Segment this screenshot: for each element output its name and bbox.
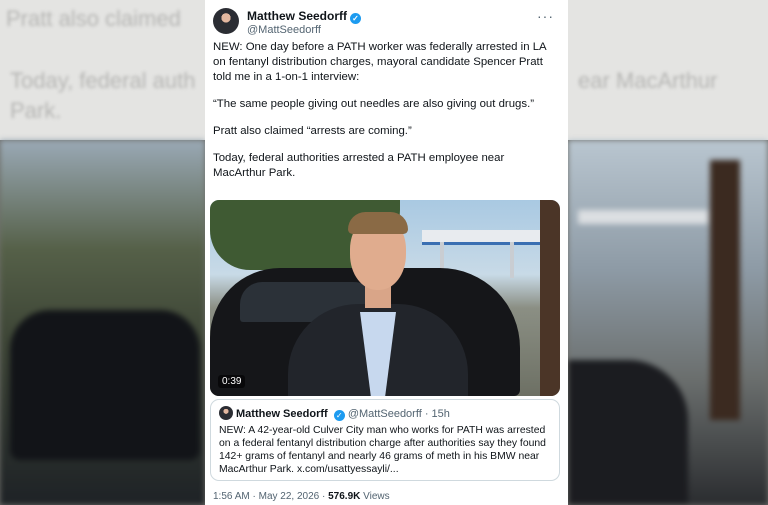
blurred-text: Park. [10, 98, 62, 123]
author-name[interactable]: Matthew Seedorff [247, 9, 347, 23]
blurred-text: ear MacArthur [578, 68, 718, 93]
blurred-photo-left [0, 140, 205, 505]
quoted-tweet[interactable]: Matthew Seedorff ✓ @MattSeedorff · 15h N… [210, 399, 560, 481]
blurred-photo-right [568, 140, 768, 505]
tweet-card: Matthew Seedorff ✓ @MattSeedorff ··· NEW:… [205, 0, 568, 505]
tweet-date[interactable]: May 22, 2026 [259, 491, 320, 502]
blurred-palm-trunk [710, 160, 740, 420]
tweet-paragraph: Today, federal authorities arrested a PA… [213, 152, 505, 179]
more-options-icon[interactable]: ··· [537, 8, 554, 24]
verified-badge-icon: ✓ [350, 13, 362, 24]
video-duration: 0:39 [218, 375, 246, 388]
speaker-hair [348, 212, 408, 234]
quoted-avatar [219, 406, 233, 420]
video-palm-trunk [540, 200, 560, 396]
views-count: 576.9K [328, 491, 361, 502]
avatar[interactable] [213, 8, 239, 34]
separator: · [252, 491, 256, 502]
separator: · [322, 491, 326, 502]
video-player[interactable]: 0:39 [210, 200, 560, 396]
quoted-author-handle: @MattSeedorff [347, 408, 422, 420]
blurred-car [10, 310, 200, 460]
blurred-shoulder [568, 360, 688, 505]
tweet-time[interactable]: 1:56 AM [213, 491, 250, 502]
quoted-timestamp: · 15h [424, 408, 450, 420]
views-label: Views [363, 491, 390, 502]
author-handle[interactable]: @MattSeedorff [247, 24, 321, 36]
video-pillar [510, 242, 514, 278]
tweet-paragraph: Pratt also claimed “arrests are coming.” [213, 125, 412, 137]
author-name-row: Matthew Seedorff ✓ [247, 9, 362, 24]
blurred-text: Today, federal auth [10, 68, 196, 93]
tweet-text: NEW: One day before a PATH worker was fe… [213, 40, 558, 193]
tweet-header: Matthew Seedorff ✓ @MattSeedorff ··· [213, 6, 560, 38]
verified-badge-icon: ✓ [333, 410, 345, 421]
blurred-gas-station [578, 210, 708, 224]
blurred-text: Pratt also claimed [6, 6, 181, 31]
quoted-tweet-text: NEW: A 42-year-old Culver City man who w… [219, 425, 546, 475]
tweet-paragraph: “The same people giving out needles are … [213, 98, 535, 110]
tweet-paragraph: NEW: One day before a PATH worker was fe… [213, 41, 547, 83]
quoted-tweet-header: Matthew Seedorff ✓ @MattSeedorff · 15h [219, 406, 450, 421]
tweet-metadata: 1:56 AM · May 22, 2026 · 576.9K Views [213, 491, 390, 502]
video-speaker [288, 208, 468, 396]
quoted-author-name: Matthew Seedorff [236, 408, 328, 420]
